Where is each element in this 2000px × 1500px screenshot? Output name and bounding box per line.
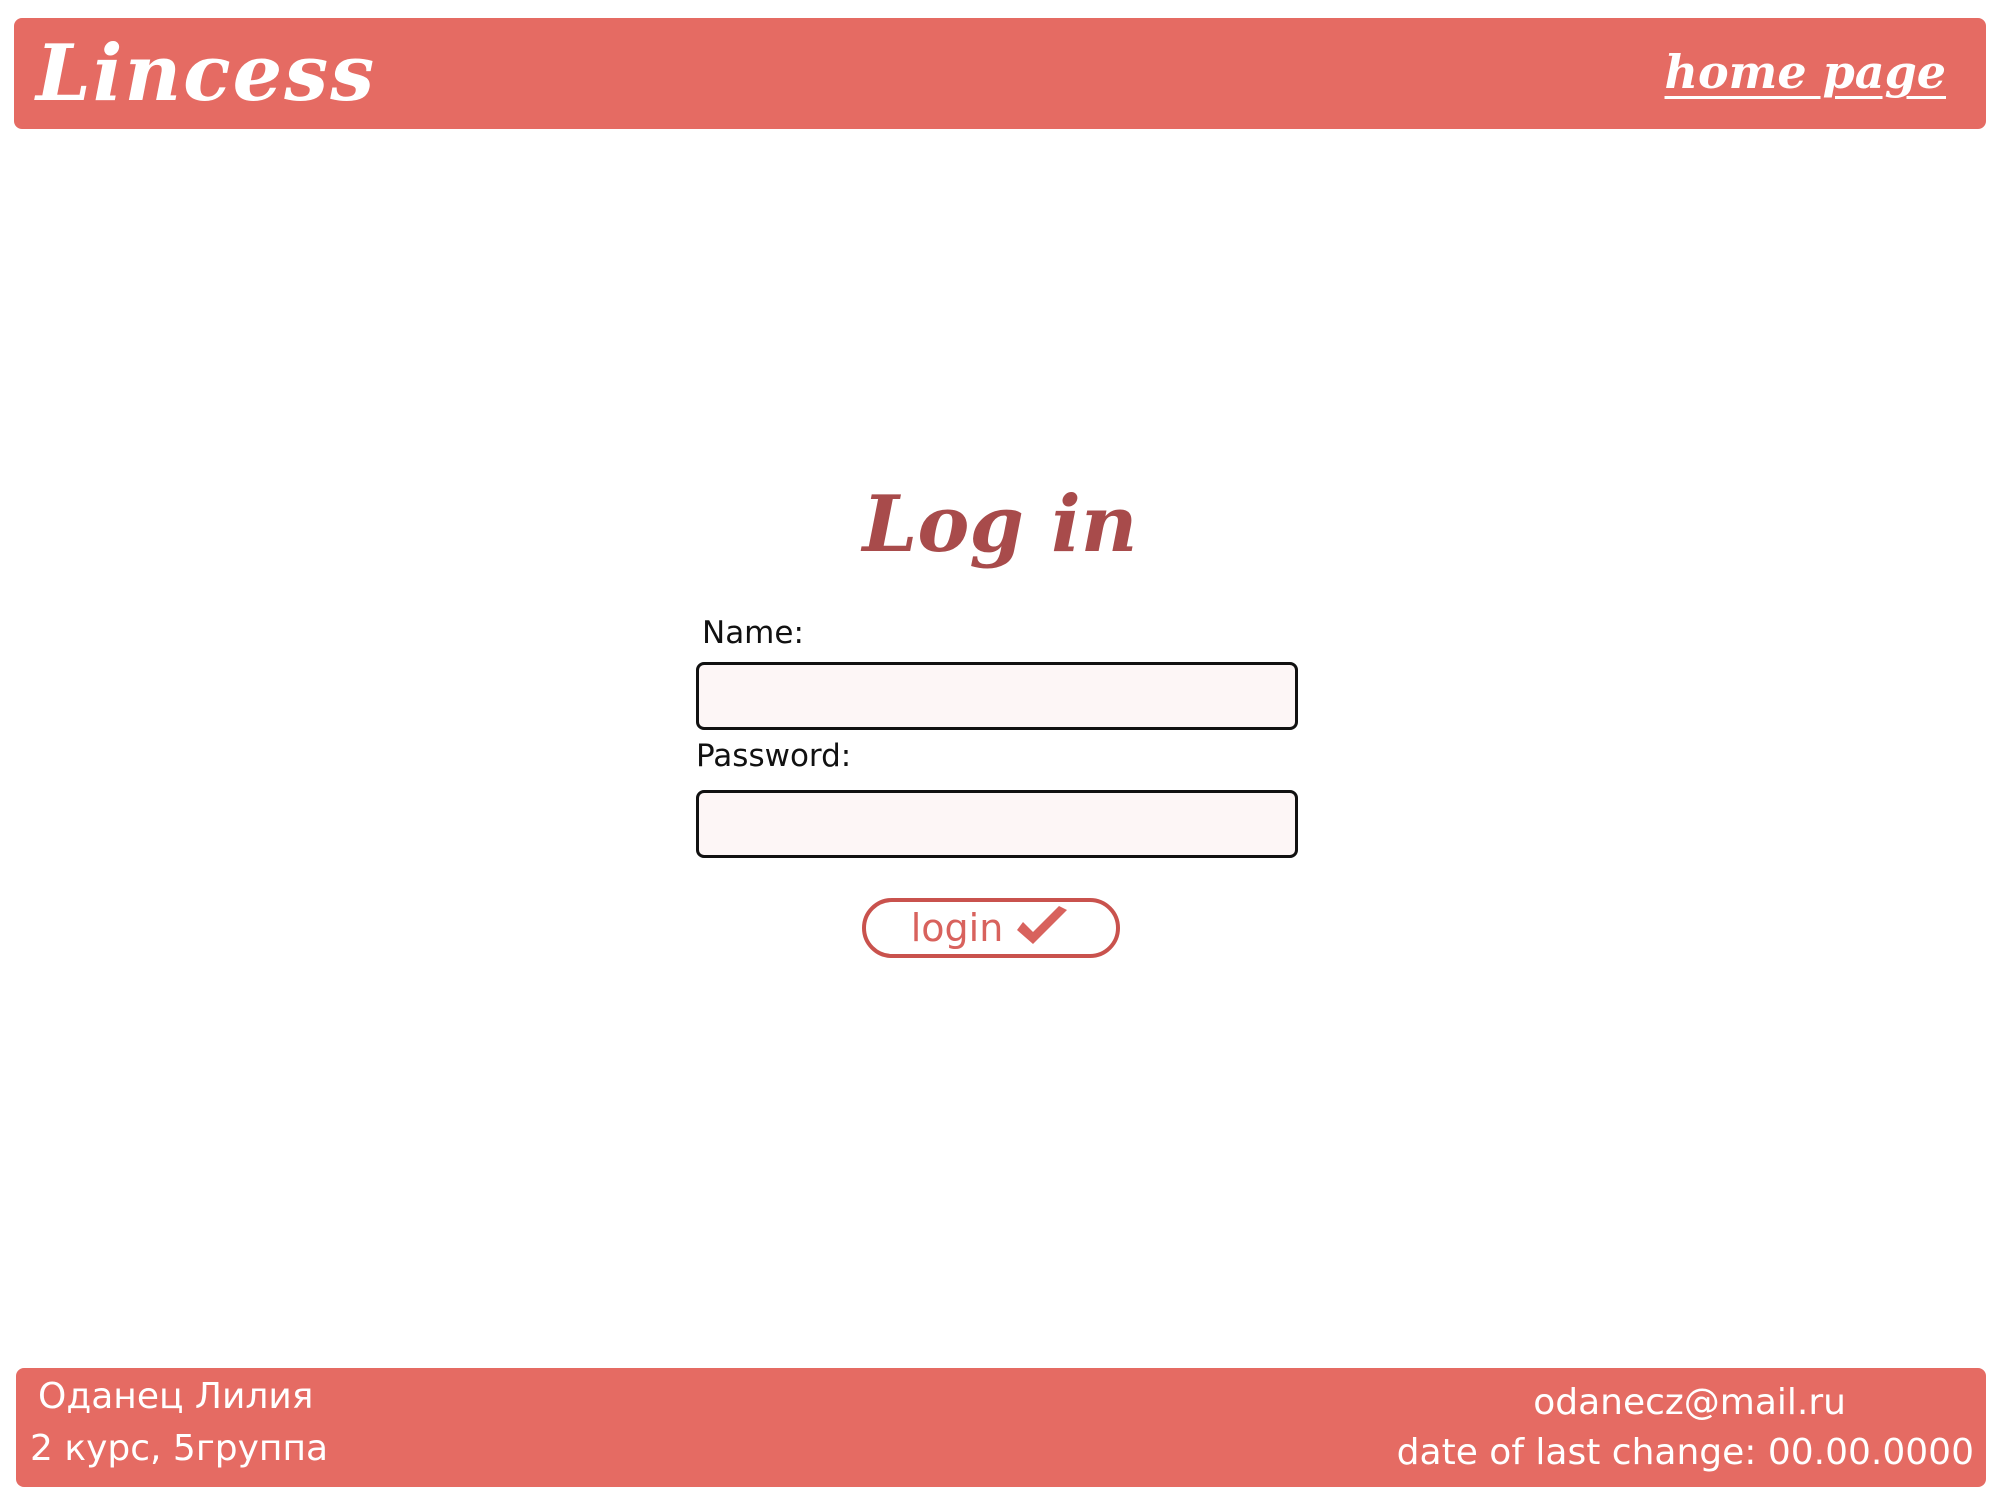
page-title: Log in bbox=[862, 479, 1138, 570]
contact-email: odanecz@mail.ru bbox=[1533, 1382, 1846, 1423]
checkmark-icon bbox=[1013, 904, 1071, 952]
login-button[interactable]: login bbox=[862, 898, 1120, 958]
password-label: Password: bbox=[696, 738, 852, 774]
password-input[interactable] bbox=[696, 790, 1298, 858]
author-group: 2 курс, 5группа bbox=[30, 1428, 329, 1469]
last-change-date: date of last change: 00.00.0000 bbox=[1396, 1432, 1974, 1473]
footer-bar: Оданец Лилия 2 курс, 5группа odanecz@mai… bbox=[16, 1368, 1986, 1487]
author-name: Оданец Лилия bbox=[38, 1376, 314, 1417]
login-button-label: login bbox=[910, 906, 1004, 950]
name-label: Name: bbox=[702, 615, 804, 651]
header-bar: Lincess home page bbox=[14, 18, 1986, 129]
site-logo: Lincess bbox=[36, 28, 377, 119]
name-input[interactable] bbox=[696, 662, 1298, 730]
home-page-link[interactable]: home page bbox=[1665, 42, 1946, 102]
page: Lincess home page Log in Name: Password:… bbox=[0, 0, 2000, 1500]
